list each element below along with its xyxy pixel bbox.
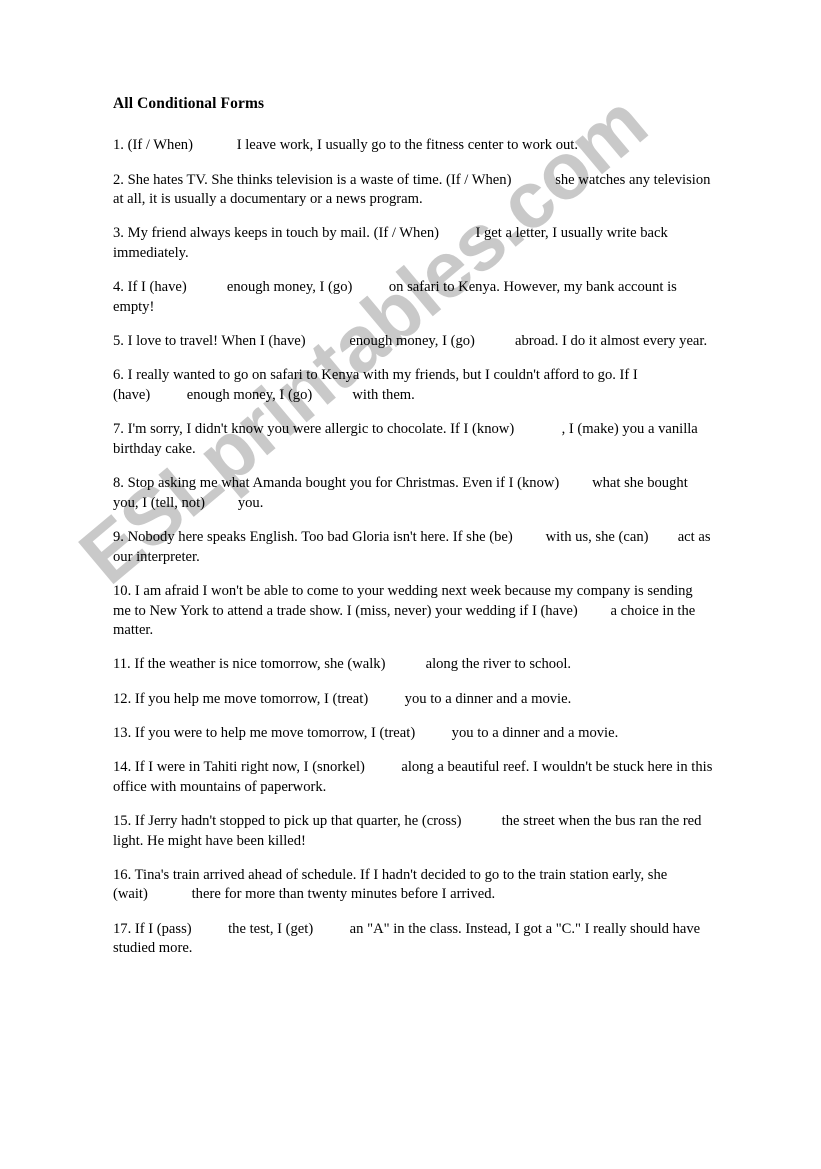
worksheet-page: ESLprintables.com All Conditional Forms … bbox=[0, 0, 821, 1169]
exercise-item-10: 10. I am afraid I won't be able to come … bbox=[113, 582, 696, 639]
exercise-item-9: 9. Nobody here speaks English. Too bad G… bbox=[113, 529, 711, 565]
exercise-item-2: 2. She hates TV. She thinks television i… bbox=[113, 171, 711, 208]
exercise-item-8: 8. Stop asking me what Amanda bought you… bbox=[113, 475, 688, 511]
exercise-item-5: 5. I love to travel! When I (have) enoug… bbox=[113, 333, 708, 350]
exercise-item-12: 12. If you help me move tomorrow, I (tre… bbox=[113, 690, 572, 707]
exercise-item-14: 14. If I were in Tahiti right now, I (sn… bbox=[113, 759, 713, 795]
page-title: All Conditional Forms bbox=[113, 95, 265, 112]
exercise-item-4: 4. If I (have) enough money, I (go) on s… bbox=[113, 279, 677, 315]
exercise-item-11: 11. If the weather is nice tomorrow, she… bbox=[113, 656, 572, 673]
worksheet-content: All Conditional Forms 1. (If / When) I l… bbox=[113, 94, 713, 959]
exercise-item-7: 7. I'm sorry, I didn't know you were all… bbox=[113, 421, 698, 457]
exercise-item-16: 16. Tina's train arrived ahead of schedu… bbox=[113, 866, 668, 903]
exercise-item-1: 1. (If / When) I leave work, I usually g… bbox=[113, 137, 578, 154]
exercise-item-15: 15. If Jerry hadn't stopped to pick up t… bbox=[113, 812, 702, 849]
exercise-item-3: 3. My friend always keeps in touch by ma… bbox=[113, 225, 668, 262]
exercise-item-17: 17. If I (pass) the test, I (get) an "A"… bbox=[113, 920, 701, 957]
exercise-item-13: 13. If you were to help me move tomorrow… bbox=[113, 724, 619, 741]
exercise-item-6: 6. I really wanted to go on safari to Ke… bbox=[113, 367, 638, 404]
